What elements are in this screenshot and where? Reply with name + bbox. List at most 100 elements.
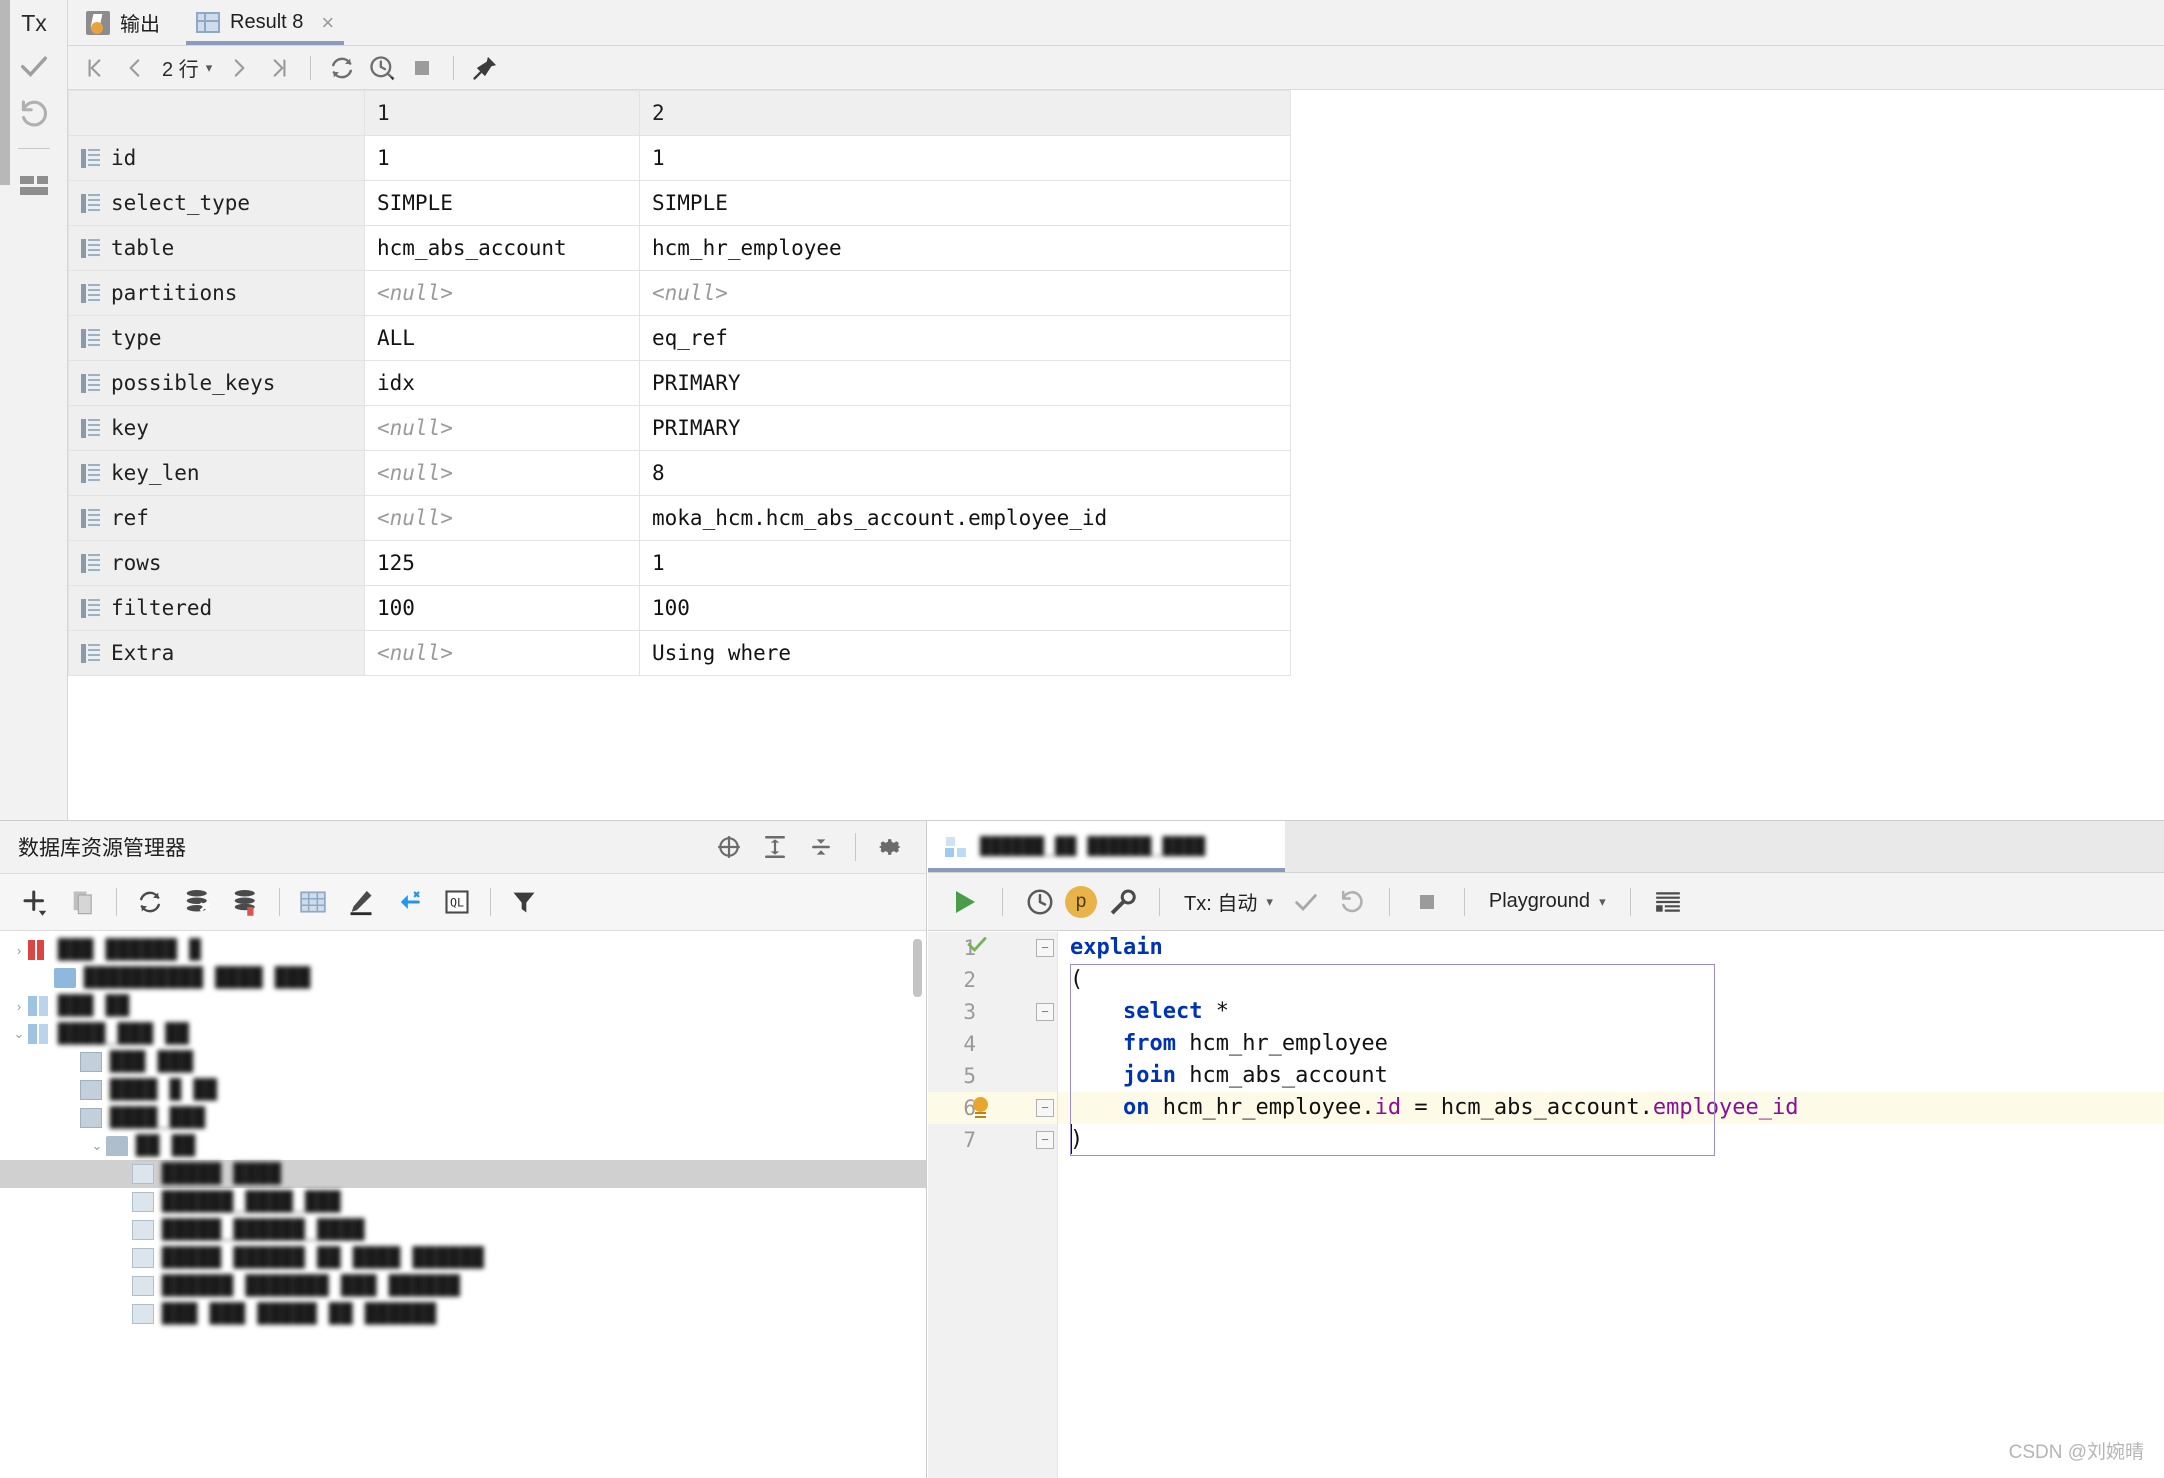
tree-item[interactable]: ██████████ ████ ███ [0, 964, 926, 992]
last-page-button[interactable] [260, 50, 298, 86]
editor-gutter[interactable]: 1−2 3−4 5 6−7− [928, 932, 1058, 1478]
expand-all-button[interactable] [757, 829, 793, 865]
table-row[interactable]: Extra <null> Using where [68, 630, 1291, 676]
gutter-row[interactable]: 3− [928, 996, 1057, 1028]
layout-button[interactable] [12, 164, 56, 208]
grid-cell-col1[interactable]: <null> [364, 630, 640, 676]
intention-bulb-icon[interactable] [970, 1097, 991, 1118]
tree-item[interactable]: › ███ ██████ █ [0, 936, 926, 964]
tree-expand-arrow-icon[interactable]: ⌄ [88, 1138, 106, 1154]
run-button[interactable] [944, 881, 986, 923]
fold-toggle-icon[interactable]: − [1036, 1099, 1054, 1117]
grid-cell-col2[interactable]: moka_hcm.hcm_abs_account.employee_id [639, 495, 1291, 541]
grid-field-cell[interactable]: rows [68, 540, 365, 586]
gutter-row[interactable]: 6− [928, 1092, 1057, 1124]
table-row[interactable]: key_len <null> 8 [68, 450, 1291, 496]
grid-cell-col1[interactable]: <null> [364, 495, 640, 541]
grid-cell-col2[interactable]: eq_ref [639, 315, 1291, 361]
locate-button[interactable] [711, 829, 747, 865]
tree-item[interactable]: ⌄ ██ ██ [0, 1132, 926, 1160]
tree-expand-arrow-icon[interactable]: › [10, 943, 28, 958]
tree-item[interactable]: › ███ ██ [0, 992, 926, 1020]
close-icon[interactable]: × [321, 11, 334, 34]
grid-col-header-2[interactable]: 2 [639, 90, 1291, 136]
edit-button[interactable] [340, 881, 382, 923]
stop-button[interactable] [1406, 881, 1448, 923]
table-row[interactable]: id 1 1 [68, 135, 1291, 181]
grid-field-cell[interactable]: key_len [68, 450, 365, 496]
tree-item[interactable]: ███ ███ █████ ██ ██████ [0, 1300, 926, 1328]
grid-field-cell[interactable]: id [68, 135, 365, 181]
grid-field-cell[interactable]: table [68, 225, 365, 271]
query-console-button[interactable]: QL [436, 881, 478, 923]
row-count-dropdown[interactable]: 2 行 ▾ [156, 53, 218, 82]
tree-item[interactable]: ████_███ [0, 1104, 926, 1132]
grid-col-header-1[interactable]: 1 [364, 90, 640, 136]
gutter-row[interactable]: 2 [928, 964, 1057, 996]
table-row[interactable]: filtered 100 100 [68, 585, 1291, 631]
settings-wrench-button[interactable] [1101, 881, 1143, 923]
grid-field-cell[interactable]: select_type [68, 180, 365, 226]
prev-page-button[interactable] [116, 50, 154, 86]
grid-cell-col2[interactable]: SIMPLE [639, 180, 1291, 226]
grid-cell-col2[interactable]: 1 [639, 135, 1291, 181]
tree-item[interactable]: ██████ ███████ ███ ██████ [0, 1272, 926, 1300]
table-row[interactable]: ref <null> moka_hcm.hcm_abs_account.employ… [68, 495, 1291, 541]
grid-cell-col2[interactable]: 100 [639, 585, 1291, 631]
refresh-schema-button[interactable] [129, 881, 171, 923]
filter-button[interactable] [503, 881, 545, 923]
gutter-row[interactable]: 7− [928, 1124, 1057, 1156]
tx-mode-dropdown[interactable]: Tx: 自动 ▾ [1176, 887, 1281, 916]
grid-field-cell[interactable]: key [68, 405, 365, 451]
table-view-button[interactable] [292, 881, 334, 923]
grid-cell-col1[interactable]: <null> [364, 270, 640, 316]
grid-cell-col1[interactable]: <null> [364, 405, 640, 451]
code-line[interactable]: from hcm_hr_employee [1058, 1028, 2164, 1060]
table-row[interactable]: key <null> PRIMARY [68, 405, 1291, 451]
history-button[interactable] [1019, 881, 1061, 923]
grid-cell-col2[interactable]: 1 [639, 540, 1291, 586]
grid-cell-col1[interactable]: 125 [364, 540, 640, 586]
stop-button[interactable] [403, 50, 441, 86]
profile-badge[interactable]: p [1065, 885, 1097, 918]
code-line[interactable]: on hcm_hr_employee.id = hcm_abs_account.… [973, 1092, 2164, 1124]
table-row[interactable]: type ALL eq_ref [68, 315, 1291, 361]
tree-item[interactable]: ███ ███ [0, 1048, 926, 1076]
gutter-row[interactable]: 4 [928, 1028, 1057, 1060]
grid-cell-col2[interactable]: PRIMARY [639, 360, 1291, 406]
grid-cell-col2[interactable]: Using where [639, 630, 1291, 676]
grid-field-cell[interactable]: partitions [68, 270, 365, 316]
sync-schema-button[interactable] [177, 881, 219, 923]
tab-output[interactable]: 输出 [68, 0, 178, 45]
database-color-button[interactable] [225, 881, 267, 923]
fold-toggle-icon[interactable]: − [1036, 1131, 1054, 1149]
grid-cell-col2[interactable]: 8 [639, 450, 1291, 496]
first-page-button[interactable] [76, 50, 114, 86]
gutter-row[interactable]: 1− [928, 932, 1057, 964]
grid-cell-col2[interactable]: PRIMARY [639, 405, 1291, 451]
table-row[interactable]: possible_keys idx PRIMARY [68, 360, 1291, 406]
table-row[interactable]: rows 125 1 [68, 540, 1291, 586]
table-row[interactable]: partitions <null> <null> [68, 270, 1291, 316]
tree-item[interactable]: █████ ████ [0, 1160, 926, 1188]
code-line[interactable]: join hcm_abs_account [1058, 1060, 2164, 1092]
tree-item[interactable]: ████ █ ██ [0, 1076, 926, 1104]
tree-item[interactable]: █████_██████_████ [0, 1216, 926, 1244]
grid-field-cell[interactable]: type [68, 315, 365, 361]
code-lines[interactable]: explain ( select * from hcm_hr_employee j… [973, 932, 2164, 1478]
grid-cell-col1[interactable]: hcm_abs_account [364, 225, 640, 271]
tree-expand-arrow-icon[interactable]: ⌄ [10, 1026, 28, 1042]
code-line[interactable]: ( [1058, 964, 2164, 996]
grid-cell-col1[interactable]: 100 [364, 585, 640, 631]
grid-field-cell[interactable]: Extra [68, 630, 365, 676]
database-tree[interactable]: › ███ ██████ █ ██████████ ████ ███ › ███ ██ ⌄… [0, 932, 926, 1478]
schema-dropdown[interactable]: Playground ▾ [1481, 890, 1614, 913]
fold-toggle-icon[interactable]: − [1036, 939, 1054, 957]
gutter-row[interactable]: 5 [928, 1060, 1057, 1092]
tree-item[interactable]: █████ ██████ ██ ████ ██████ [0, 1244, 926, 1272]
grid-cell-col2[interactable]: hcm_hr_employee [639, 225, 1291, 271]
grid-cell-col1[interactable]: <null> [364, 450, 640, 496]
fold-toggle-icon[interactable]: − [1036, 1003, 1054, 1021]
grid-cell-col2[interactable]: <null> [639, 270, 1291, 316]
next-page-button[interactable] [220, 50, 258, 86]
